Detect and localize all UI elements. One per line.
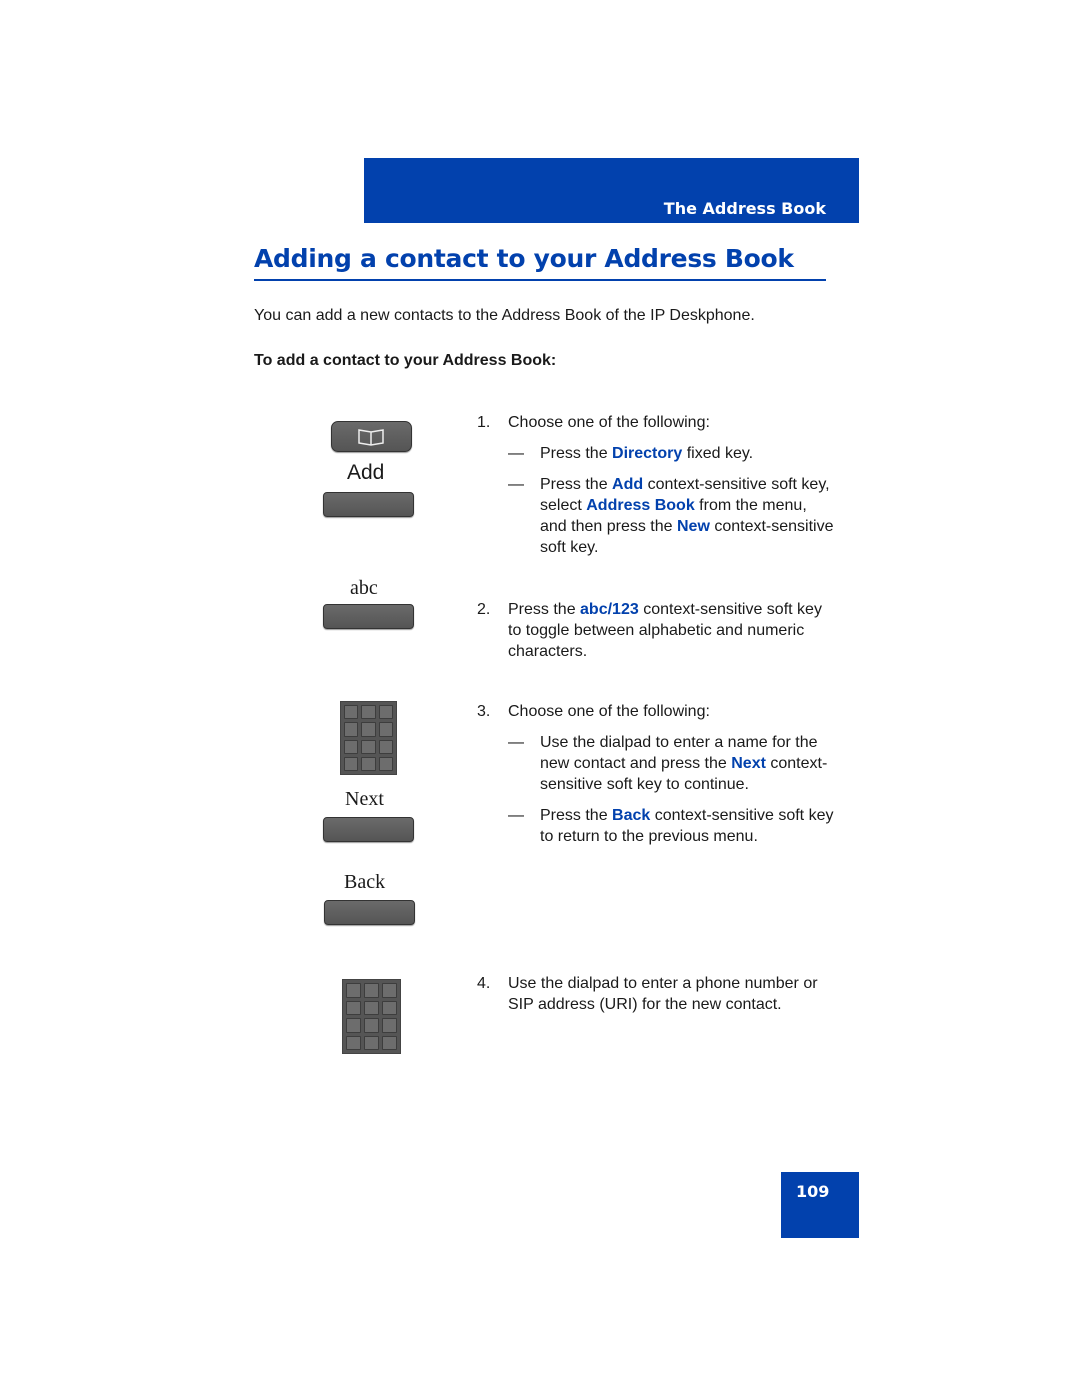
step-text: Choose one of the following:	[508, 703, 710, 720]
book-icon	[358, 429, 384, 446]
dialpad-icon	[342, 979, 401, 1054]
section-title: The Address Book	[663, 199, 826, 218]
next-soft-key-icon	[323, 817, 414, 842]
text: Press the	[540, 807, 613, 824]
text: Press the	[508, 601, 581, 618]
dash: —	[508, 445, 524, 462]
key-name: Next	[731, 755, 766, 772]
step-text: Use the dialpad to enter a phone number …	[508, 975, 818, 1013]
step-number: 4.	[477, 975, 491, 992]
step-number: 1.	[477, 414, 491, 431]
abc-key-label: abc	[350, 577, 378, 599]
step-3: 3. Choose one of the following: — Use th…	[477, 701, 837, 847]
step-option: — Press the Add context-sensitive soft k…	[508, 474, 837, 558]
page-title: Adding a contact to your Address Book	[254, 244, 794, 273]
next-key-label: Next	[345, 788, 384, 810]
step-text: Press the abc/123 context-sensitive soft…	[508, 599, 837, 662]
title-underline	[254, 279, 826, 281]
key-name: Add	[612, 476, 644, 493]
page-number-box: 109	[781, 1172, 859, 1238]
key-name: Back	[612, 807, 651, 824]
step-text: Choose one of the following:	[508, 414, 710, 431]
key-name: New	[676, 518, 710, 535]
directory-key-icon	[331, 421, 412, 452]
step-number: 3.	[477, 703, 491, 720]
step-4: 4. Use the dialpad to enter a phone numb…	[477, 973, 837, 1015]
step-option: — Use the dialpad to enter a name for th…	[508, 732, 837, 795]
key-name: Address Book	[586, 497, 695, 514]
add-soft-key-icon	[323, 492, 414, 517]
add-key-label: Add	[347, 461, 385, 484]
step-option: — Press the Directory fixed key.	[508, 443, 837, 464]
procedure-heading: To add a contact to your Address Book:	[254, 352, 557, 369]
dash: —	[508, 734, 524, 751]
section-header-band: The Address Book	[364, 158, 859, 223]
key-name: abc/123	[580, 601, 639, 618]
dash: —	[508, 476, 524, 493]
text: Press the	[540, 476, 613, 493]
text: Press the	[540, 445, 613, 462]
step-option: — Press the Back context-sensitive soft …	[508, 805, 837, 847]
step-number: 2.	[477, 601, 491, 618]
step-1: 1. Choose one of the following: — Press …	[477, 412, 837, 558]
step-2: 2. Press the abc/123 context-sensitive s…	[477, 599, 837, 662]
key-name: Directory	[612, 445, 683, 462]
dash: —	[508, 807, 524, 824]
dialpad-icon	[340, 701, 397, 775]
page-number: 109	[796, 1182, 830, 1201]
intro-text: You can add a new contacts to the Addres…	[254, 307, 755, 324]
back-soft-key-icon	[324, 900, 415, 925]
text: fixed key.	[682, 445, 754, 462]
abc-soft-key-icon	[323, 604, 414, 629]
back-key-label: Back	[344, 871, 386, 893]
